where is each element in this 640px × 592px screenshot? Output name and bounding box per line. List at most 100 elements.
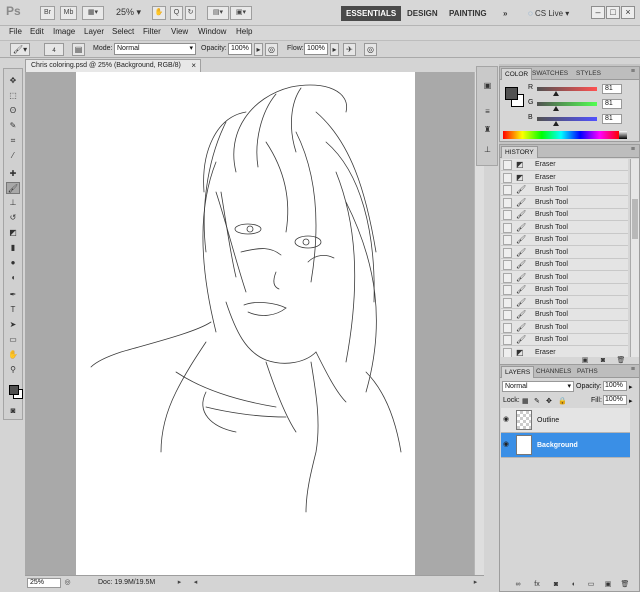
brush-preset-picker[interactable]: 4 [44, 43, 64, 56]
add-mask-icon[interactable]: ◙ [551, 580, 561, 589]
status-menu-arrow-icon[interactable]: ▸ [175, 578, 184, 588]
pen-tool-icon[interactable]: ✒ [6, 289, 20, 301]
more-workspaces-button[interactable]: » [498, 6, 512, 21]
history-source-checkbox[interactable] [503, 322, 512, 333]
black-white-ramp[interactable] [619, 131, 627, 139]
history-item[interactable]: 🖌 Brush Tool [501, 184, 628, 196]
green-value-field[interactable]: 81 [602, 99, 622, 109]
link-layers-icon[interactable]: ∞ [513, 580, 523, 589]
blur-tool-icon[interactable]: ● [6, 257, 20, 269]
layers-panel-menu-icon[interactable]: ≡ [631, 366, 635, 373]
status-options-icon[interactable]: ◎ [63, 578, 72, 588]
menu-filter[interactable]: Filter [143, 27, 161, 36]
history-source-checkbox[interactable] [503, 222, 512, 233]
zoom-tool-icon[interactable]: ⚲ [6, 364, 20, 376]
history-source-checkbox[interactable] [503, 347, 512, 357]
history-item[interactable]: 🖌 Brush Tool [501, 247, 628, 259]
opacity-slider-arrow-icon[interactable]: ▸ [629, 383, 633, 391]
menu-select[interactable]: Select [112, 27, 134, 36]
tab-paths[interactable]: PATHS [574, 366, 601, 378]
workspace-painting[interactable]: PAINTING [444, 6, 492, 21]
red-slider-thumb[interactable] [553, 91, 560, 96]
type-tool-icon[interactable]: T [6, 304, 20, 316]
mini-bridge-button[interactable]: Mb [60, 6, 77, 20]
tablet-pressure-size-icon[interactable]: ◎ [364, 43, 377, 56]
brush-tool-icon[interactable]: 🖌 [6, 182, 20, 194]
tab-styles[interactable]: STYLES [573, 68, 604, 80]
rotate-view-button[interactable]: ↻ [185, 6, 196, 20]
mode-select[interactable]: Normal ▾ [114, 43, 196, 55]
tablet-pressure-opacity-icon[interactable]: ◎ [265, 43, 278, 56]
menu-edit[interactable]: Edit [30, 27, 44, 36]
history-item[interactable]: 🖌 Brush Tool [501, 222, 628, 234]
document-tab[interactable]: Chris coloring.psd @ 25% (Background, RG… [25, 59, 201, 72]
layer-row-background[interactable]: ◉ Background [501, 433, 630, 458]
history-item[interactable]: 🖌 Brush Tool [501, 272, 628, 284]
menu-layer[interactable]: Layer [84, 27, 104, 36]
shape-tool-icon[interactable]: ▭ [6, 334, 20, 346]
eraser-tool-icon[interactable]: ◩ [6, 227, 20, 239]
eye-icon[interactable]: ◉ [503, 440, 511, 449]
history-source-checkbox[interactable] [503, 285, 512, 295]
menu-file[interactable]: File [9, 27, 22, 36]
flow-slider-toggle[interactable]: ▸ [330, 43, 339, 56]
quick-mask-icon[interactable]: ◙ [6, 405, 20, 417]
maximize-button[interactable]: □ [606, 6, 620, 19]
red-slider[interactable] [537, 87, 597, 91]
delete-layer-icon[interactable]: 🗑 [620, 580, 630, 589]
history-item[interactable]: ◩ Eraser [501, 159, 628, 171]
history-source-checkbox[interactable] [503, 185, 512, 195]
eye-icon[interactable]: ◉ [503, 415, 511, 424]
lock-transparent-icon[interactable]: ▦ [522, 397, 529, 405]
history-source-checkbox[interactable] [503, 210, 512, 220]
history-item[interactable]: 🖌 Brush Tool [501, 197, 628, 209]
history-source-checkbox[interactable] [503, 260, 512, 270]
hand-tool-icon[interactable]: ✋ [6, 349, 20, 361]
layer-row-outline[interactable]: ◉ Outline [501, 408, 630, 433]
blue-slider-thumb[interactable] [553, 121, 560, 126]
zoom-tool-button[interactable]: Q [170, 6, 183, 20]
history-scrollbar[interactable] [630, 159, 639, 357]
fill-field[interactable]: 100% [603, 395, 627, 405]
history-item[interactable]: 🖌 Brush Tool [501, 334, 628, 346]
mini-bridge-panel-icon[interactable]: ▣ [480, 79, 495, 93]
new-group-icon[interactable]: ▭ [586, 580, 596, 589]
scroll-right-icon[interactable]: ▸ [471, 578, 480, 588]
menu-window[interactable]: Window [198, 27, 226, 36]
scroll-left-icon[interactable]: ◂ [191, 578, 200, 588]
blue-value-field[interactable]: 81 [602, 114, 622, 124]
clone-stamp-tool-icon[interactable]: ⊥ [6, 197, 20, 209]
new-layer-icon[interactable]: ▣ [603, 580, 613, 589]
green-slider[interactable] [537, 102, 597, 106]
layer-style-icon[interactable]: fx [532, 580, 542, 589]
history-source-checkbox[interactable] [503, 310, 512, 320]
fill-slider-arrow-icon[interactable]: ▸ [629, 397, 633, 405]
close-button[interactable]: × [621, 6, 635, 19]
green-slider-thumb[interactable] [553, 106, 560, 111]
history-item[interactable]: 🖌 Brush Tool [501, 284, 628, 296]
history-source-checkbox[interactable] [503, 197, 512, 208]
history-item[interactable]: 🖌 Brush Tool [501, 209, 628, 221]
panel-foreground-swatch[interactable] [505, 87, 518, 100]
menu-image[interactable]: Image [53, 27, 75, 36]
path-selection-tool-icon[interactable]: ➤ [6, 319, 20, 331]
layer-opacity-field[interactable]: 100% [603, 381, 627, 391]
history-source-checkbox[interactable] [503, 235, 512, 245]
document-canvas[interactable] [76, 72, 415, 575]
bridge-button[interactable]: Br [40, 6, 55, 20]
layer-blend-mode-select[interactable]: Normal ▾ [502, 381, 574, 392]
menu-help[interactable]: Help [236, 27, 252, 36]
crop-tool-icon[interactable]: ⌗ [6, 135, 20, 147]
history-item[interactable]: 🖌 Brush Tool [501, 234, 628, 246]
eyedropper-tool-icon[interactable]: ⁄ [6, 150, 20, 162]
screen-mode-button[interactable]: ▣▾ [230, 6, 252, 20]
history-item[interactable]: ◩ Eraser [501, 172, 628, 184]
quick-selection-tool-icon[interactable]: ✎ [6, 120, 20, 132]
workspace-essentials[interactable]: ESSENTIALS [341, 6, 402, 21]
close-document-icon[interactable]: × [191, 60, 196, 72]
history-source-checkbox[interactable] [503, 247, 512, 258]
dodge-tool-icon[interactable]: ◖ [6, 272, 20, 284]
view-extras-button[interactable]: ▦▾ [82, 6, 104, 20]
history-item[interactable]: 🖌 Brush Tool [501, 297, 628, 309]
workspace-design[interactable]: DESIGN [402, 6, 443, 21]
